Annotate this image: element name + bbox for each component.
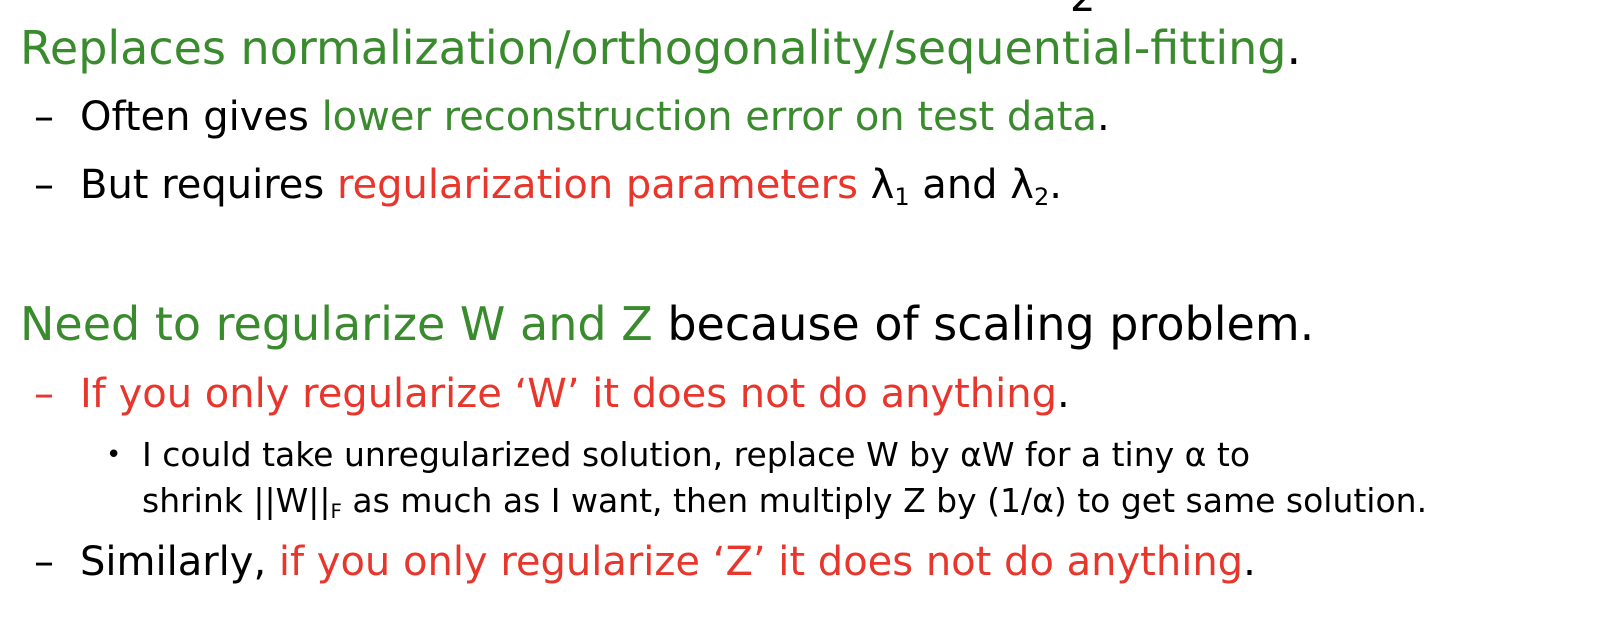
item-suffix: . [1243, 539, 1256, 585]
item-suffix: . [1057, 371, 1070, 417]
section1-heading-period: . [1286, 21, 1302, 75]
subitem-text-line1: I could take unregularized solution, rep… [142, 435, 1251, 474]
cropped-top-fragment: 2 [1070, 0, 1095, 18]
subitem-text-line2-start: shrink ||W|| [142, 481, 331, 520]
item-prefix: But requires [80, 162, 337, 208]
lambda-symbol: λ [857, 162, 895, 208]
bullet-marker: • [106, 440, 122, 470]
section1-item-regularization-params: – But requires regularization parameters … [34, 160, 1062, 210]
subitem-line-2: shrink ||W||F as much as I want, then mu… [142, 479, 1427, 523]
item-suffix: . [1049, 162, 1062, 208]
frobenius-subscript: F [330, 499, 342, 523]
item-middle: and λ [909, 162, 1034, 208]
section1-heading: Replaces normalization/orthogonality/seq… [20, 20, 1301, 76]
item-prefix: Similarly, [80, 539, 279, 585]
item-highlight: if you only regularize ‘Z’ it does not d… [278, 539, 1244, 585]
section1-item-test-error: – Often gives lower reconstruction error … [34, 92, 1110, 142]
section2-heading: Need to regularize W and Z because of sc… [20, 296, 1314, 352]
item-highlight: If you only regularize ‘W’ it does not d… [80, 371, 1058, 417]
section2-item-regularize-z: – Similarly, if you only regularize ‘Z’ i… [34, 537, 1256, 587]
item-highlight: regularization parameters [336, 162, 858, 208]
dash-marker: – [34, 94, 54, 140]
subitem-text-line2-end: as much as I want, then multiply Z by (1… [341, 481, 1428, 520]
item-suffix: . [1097, 94, 1110, 140]
dash-marker: – [34, 539, 54, 585]
dash-marker: – [34, 162, 54, 208]
section2-heading-highlight: Need to regularize W and Z [20, 297, 653, 351]
lambda-subscript-1: 1 [894, 183, 910, 212]
lambda-subscript-2: 2 [1033, 183, 1050, 212]
slide: 2 Replaces normalization/orthogonality/s… [0, 0, 1622, 644]
item-prefix: Often gives [80, 94, 322, 140]
section1-heading-highlight: Replaces normalization/orthogonality/seq… [20, 21, 1287, 75]
subitem-line-1: • I could take unregularized solution, re… [106, 433, 1250, 477]
section2-heading-rest: because of scaling problem. [652, 297, 1315, 351]
section2-item-regularize-w: – If you only regularize ‘W’ it does not … [34, 369, 1070, 419]
item-highlight: lower reconstruction error on test data [321, 94, 1097, 140]
dash-marker: – [34, 371, 54, 417]
